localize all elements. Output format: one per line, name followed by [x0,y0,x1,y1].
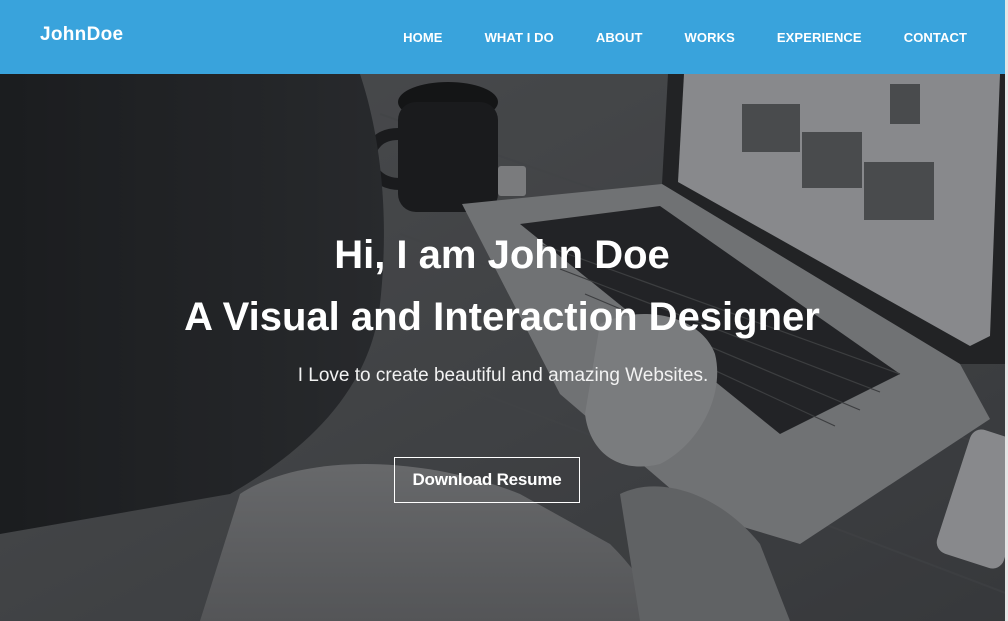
download-resume-button[interactable]: Download Resume [394,457,580,503]
hero-subtitle: I Love to create beautiful and amazing W… [297,365,709,386]
hero-section: Hi, I am John Doe A Visual and Interacti… [0,74,1008,621]
nav-home[interactable]: HOME [403,30,442,45]
hero-role: A Visual and Interaction Designer [184,295,820,339]
nav-works[interactable]: WORKS [685,30,735,45]
nav-experience[interactable]: EXPERIENCE [777,30,862,45]
nav-contact[interactable]: CONTACT [904,30,967,45]
nav-links: HOME WHAT I DO ABOUT WORKS EXPERIENCE CO… [361,0,967,74]
page: JohnDoe HOME WHAT I DO ABOUT WORKS EXPER… [0,0,1008,621]
nav-about[interactable]: ABOUT [596,30,643,45]
hero-greeting: Hi, I am John Doe [334,233,670,277]
top-navbar: JohnDoe HOME WHAT I DO ABOUT WORKS EXPER… [0,0,1005,74]
nav-what-i-do[interactable]: WHAT I DO [485,30,554,45]
brand-logo[interactable]: JohnDoe [40,24,123,46]
